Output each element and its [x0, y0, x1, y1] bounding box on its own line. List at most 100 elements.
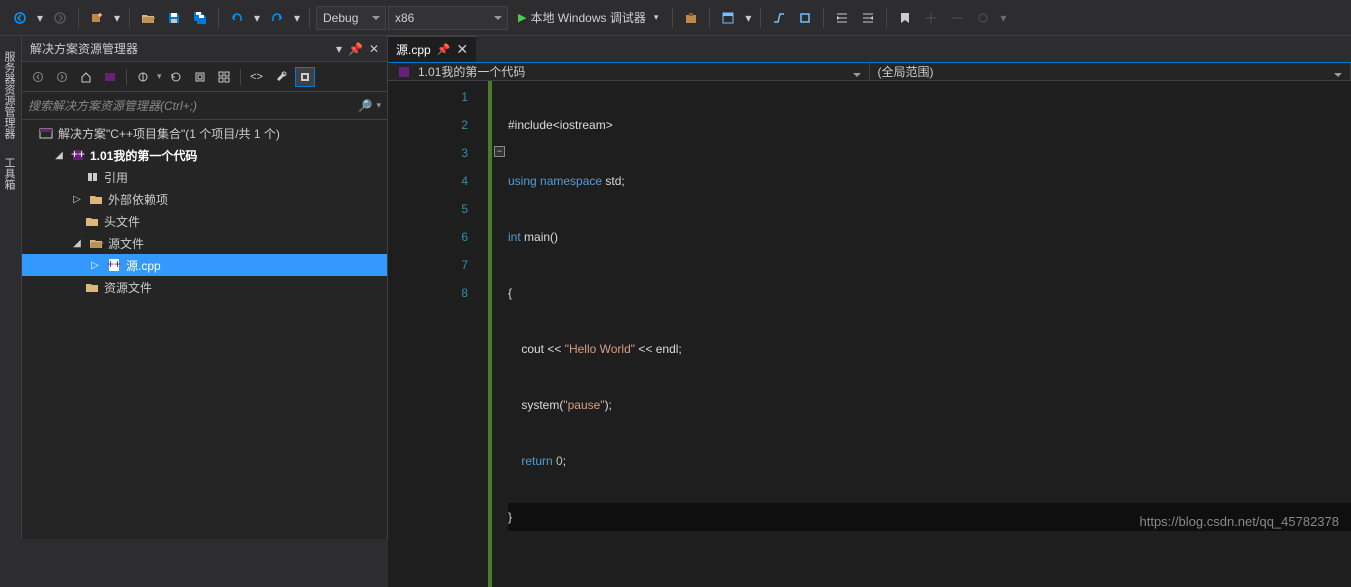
step-icon[interactable]	[767, 6, 791, 30]
open-file-icon[interactable]	[136, 6, 160, 30]
chevron-right-icon[interactable]: ▷	[88, 260, 102, 271]
disabled-icon-1	[919, 6, 943, 30]
code-content[interactable]: #include<iostream> using namespace std; …	[508, 81, 1351, 587]
save-icon[interactable]	[162, 6, 186, 30]
solution-icon	[38, 125, 54, 141]
svg-text:++: ++	[107, 258, 121, 271]
toolbox-icon[interactable]	[679, 6, 703, 30]
references-node[interactable]: 引用	[22, 166, 387, 188]
solution-explorer-panel: 解决方案资源管理器 ▾ 📌 ✕ ▾ <> 🔎 ▾	[22, 36, 388, 539]
refresh-icon[interactable]	[166, 67, 186, 87]
nav-fwd-icon[interactable]	[48, 6, 72, 30]
tree-label: 源.cpp	[126, 257, 161, 274]
separator	[78, 8, 79, 28]
switch-view-icon[interactable]	[100, 67, 120, 87]
separator	[672, 8, 673, 28]
close-icon[interactable]: ✕	[456, 41, 468, 58]
redo-split-icon[interactable]: ▾	[291, 6, 303, 30]
references-icon	[84, 169, 100, 185]
tab-source-cpp[interactable]: 源.cpp 📌 ✕	[388, 36, 476, 62]
svg-text:++: ++	[71, 148, 85, 161]
nav-back-split-icon[interactable]: ▾	[34, 6, 46, 30]
folder-open-icon	[88, 235, 104, 251]
tree-label: 资源文件	[104, 279, 152, 296]
close-icon[interactable]: ✕	[369, 42, 379, 56]
line-gutter: 12345678	[388, 81, 488, 587]
tree-label: 源文件	[108, 235, 144, 252]
search-split-icon[interactable]: ▾	[376, 100, 381, 111]
pin-icon[interactable]: 📌	[437, 43, 451, 56]
undo-icon[interactable]	[225, 6, 249, 30]
search-bar: 🔎 ▾	[22, 92, 387, 120]
show-all-icon[interactable]	[214, 67, 234, 87]
tab-well: 源.cpp 📌 ✕	[388, 36, 1351, 63]
code-editor[interactable]: 12345678 − #include<iostream> using name…	[388, 81, 1351, 587]
search-icon[interactable]: 🔎	[354, 99, 377, 113]
config-dropdown[interactable]: Debug	[316, 6, 386, 30]
panel-title: 解决方案资源管理器	[30, 40, 138, 57]
sources-node[interactable]: ◢ 源文件	[22, 232, 387, 254]
disabled-icon-2	[945, 6, 969, 30]
window-split-icon[interactable]: ▾	[742, 6, 754, 30]
side-tab-toolbox[interactable]: 工具箱	[0, 148, 21, 199]
platform-dropdown[interactable]: x86	[388, 6, 508, 30]
code-icon[interactable]: <>	[247, 67, 267, 87]
main-toolbar: ▾ ▾ ▾ ▾ Debug x86 ▶本地 Windows 调试器▾ ▾ ▾	[0, 0, 1351, 36]
indent-right-icon[interactable]	[856, 6, 880, 30]
preview-icon[interactable]	[295, 67, 315, 87]
solution-tree: 解决方案"C++项目集合"(1 个项目/共 1 个) ◢ ++ 1.01我的第一…	[22, 120, 387, 539]
fold-toggle-icon[interactable]: −	[494, 146, 505, 157]
indent-left-icon[interactable]	[830, 6, 854, 30]
bookmark-icon[interactable]	[893, 6, 917, 30]
chevron-down-icon[interactable]: ◢	[52, 150, 66, 161]
new-item-split-icon[interactable]: ▾	[111, 6, 123, 30]
separator	[309, 8, 310, 28]
play-icon: ▶	[518, 11, 526, 24]
collapse-icon[interactable]	[190, 67, 210, 87]
new-item-icon[interactable]	[85, 6, 109, 30]
member-dropdown[interactable]: (全局范围)	[870, 63, 1351, 80]
resources-node[interactable]: 资源文件	[22, 276, 387, 298]
search-input[interactable]	[28, 99, 354, 113]
panel-toolbar: ▾ <>	[22, 62, 387, 92]
disabled-icon-3	[971, 6, 995, 30]
separator	[709, 8, 710, 28]
pin-icon[interactable]: 📌	[348, 42, 363, 56]
home-icon[interactable]	[76, 67, 96, 87]
solution-label: 解决方案"C++项目集合"(1 个项目/共 1 个)	[58, 125, 280, 142]
source-file-node[interactable]: ▷ ++ 源.cpp	[22, 254, 387, 276]
headers-node[interactable]: 头文件	[22, 210, 387, 232]
panel-menu-icon[interactable]: ▾	[336, 42, 342, 56]
undo-split-icon[interactable]: ▾	[251, 6, 263, 30]
watermark: https://blog.csdn.net/qq_45782378	[1140, 514, 1340, 529]
separator	[129, 8, 130, 28]
editor-area: 源.cpp 📌 ✕ 1.01我的第一个代码 (全局范围) 12345678 − …	[388, 36, 1351, 539]
step-out-icon[interactable]	[793, 6, 817, 30]
run-button[interactable]: ▶本地 Windows 调试器▾	[510, 6, 666, 30]
side-tab-well: 服务器资源管理器 工具箱	[0, 36, 22, 539]
side-tab-server-explorer[interactable]: 服务器资源管理器	[0, 42, 21, 148]
window-icon[interactable]	[716, 6, 740, 30]
tab-label: 源.cpp	[396, 41, 431, 58]
navigation-bar: 1.01我的第一个代码 (全局范围)	[388, 63, 1351, 81]
chevron-right-icon[interactable]: ▷	[70, 194, 84, 205]
tree-label: 头文件	[104, 213, 140, 230]
fold-margin: −	[488, 81, 508, 587]
nav-back-icon[interactable]	[8, 6, 32, 30]
back-icon[interactable]	[28, 67, 48, 87]
disabled-split-icon: ▾	[997, 6, 1009, 30]
fwd-icon[interactable]	[52, 67, 72, 87]
separator	[218, 8, 219, 28]
save-all-icon[interactable]	[188, 6, 212, 30]
project-icon: ++	[70, 147, 86, 163]
chevron-down-icon[interactable]: ◢	[70, 238, 84, 249]
project-node[interactable]: ◢ ++ 1.01我的第一个代码	[22, 144, 387, 166]
scope-dropdown[interactable]: 1.01我的第一个代码	[388, 63, 870, 80]
filter-icon[interactable]	[133, 67, 153, 87]
solution-node[interactable]: 解决方案"C++项目集合"(1 个项目/共 1 个)	[22, 122, 387, 144]
separator	[760, 8, 761, 28]
external-deps-node[interactable]: ▷ 外部依赖项	[22, 188, 387, 210]
properties-icon[interactable]	[271, 67, 291, 87]
separator	[823, 8, 824, 28]
redo-icon[interactable]	[265, 6, 289, 30]
